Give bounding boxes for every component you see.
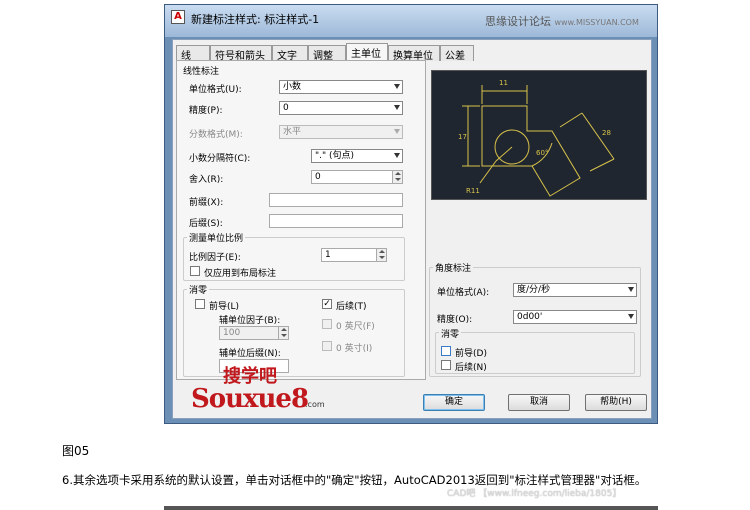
dialog-client-area: 线 符号和箭头 文字 调整 主单位 换算单位 公差 线性标注 单位格式(U): …: [172, 39, 652, 419]
chevron-down-icon: [628, 314, 634, 319]
scale-factor-label: 比例因子(E):: [189, 253, 241, 263]
angular-trailing-label: 后续(N): [455, 363, 487, 373]
preview-dim-left: 17: [458, 133, 467, 141]
scale-factor-value: 1: [325, 250, 331, 260]
precision-value: 0: [283, 103, 289, 113]
dimension-style-dialog: A 新建标注样式: 标注样式-1 思缘设计论坛 www.MISSYUAN.COM…: [164, 4, 658, 424]
suffix-label: 后缀(S):: [189, 219, 223, 229]
sub-unit-factor-value: 100: [223, 328, 241, 338]
dimension-preview: 11 17 28 60° R11: [431, 70, 647, 200]
precision-select[interactable]: 0: [279, 101, 403, 115]
trailing-zero-checkbox[interactable]: ✓: [322, 299, 332, 309]
precision-label: 精度(P):: [189, 106, 223, 116]
linear-dimensions-panel: 线性标注 单位格式(U): 小数 精度(P): 0 分数格式(M): 水平 小数…: [176, 60, 426, 380]
zero-inches-label: 0 英寸(I): [336, 344, 373, 354]
forum-watermark: 思缘设计论坛 www.MISSYUAN.COM: [485, 13, 639, 29]
chevron-down-icon: [394, 105, 400, 110]
next-image-edge: [164, 506, 658, 510]
tab-alternate-units[interactable]: 换算单位: [388, 45, 440, 62]
layout-only-checkbox[interactable]: [190, 266, 200, 276]
fraction-format-value: 水平: [283, 127, 302, 137]
fraction-format-select[interactable]: 水平: [279, 125, 403, 139]
unit-format-label: 单位格式(U):: [189, 85, 242, 95]
ok-button[interactable]: 确定: [423, 394, 485, 411]
round-off-input[interactable]: 0: [311, 170, 403, 184]
chevron-down-icon: [394, 129, 400, 134]
round-off-value: 0: [315, 172, 321, 182]
zero-feet-checkbox[interactable]: [322, 319, 332, 329]
forum-watermark-text: 思缘设计论坛: [485, 15, 551, 28]
angular-precision-label: 精度(O):: [437, 315, 473, 325]
angular-unit-format-label: 单位格式(A):: [437, 288, 490, 298]
angular-zero-title: 消零: [439, 327, 462, 340]
linear-group-title: 线性标注: [183, 67, 220, 77]
decimal-separator-label: 小数分隔符(C):: [189, 154, 251, 164]
round-off-label: 舍入(R):: [189, 175, 224, 185]
preview-drawing: 11 17 28 60° R11: [458, 79, 615, 197]
prefix-label: 前缀(X):: [189, 198, 224, 208]
sub-unit-factor-input[interactable]: 100: [219, 326, 289, 340]
angular-group-title: 角度标注: [433, 261, 474, 274]
zero-feet-label: 0 英尺(F): [336, 322, 375, 332]
spinner-icon[interactable]: [376, 249, 386, 261]
angular-leading-checkbox[interactable]: [441, 346, 451, 356]
zero-inches-checkbox[interactable]: [322, 341, 332, 351]
angular-leading-label: 前导(D): [455, 349, 487, 359]
cancel-button[interactable]: 取消: [508, 394, 570, 411]
suffix-input[interactable]: [269, 214, 403, 228]
sub-unit-suffix-label: 辅单位后缀(N):: [219, 349, 281, 359]
preview-dim-radius: R11: [466, 187, 480, 195]
tab-tolerances[interactable]: 公差: [440, 45, 474, 62]
scale-factor-input[interactable]: 1: [321, 248, 387, 262]
chevron-down-icon: [628, 287, 634, 292]
unit-format-value: 小数: [283, 82, 302, 92]
leading-zero-checkbox[interactable]: [195, 299, 205, 309]
leading-zero-label: 前导(L): [209, 302, 240, 312]
site-watermark: CAD吧 【www.lfneeg.com/lieba/1805】: [447, 489, 622, 499]
angular-unit-format-select[interactable]: 度/分/秒: [513, 283, 637, 297]
tab-symbols-arrows[interactable]: 符号和箭头: [210, 45, 272, 62]
spinner-icon[interactable]: [392, 171, 402, 183]
sub-unit-factor-label: 辅单位因子(B):: [219, 316, 281, 326]
figure-caption: 图05: [62, 444, 90, 458]
zero-suppression-title: 消零: [187, 283, 210, 296]
trailing-zero-label: 后续(T): [336, 302, 367, 312]
chevron-down-icon: [394, 153, 400, 158]
preview-dim-angle: 60°: [536, 149, 548, 157]
help-button[interactable]: 帮助(H): [585, 394, 647, 411]
spinner-icon[interactable]: [278, 327, 288, 339]
fraction-format-label: 分数格式(M):: [189, 130, 243, 140]
layout-only-label: 仅应用到布局标注: [204, 269, 277, 279]
tab-fit[interactable]: 调整: [308, 45, 346, 62]
dialog-titlebar[interactable]: A 新建标注样式: 标注样式-1 思缘设计论坛 www.MISSYUAN.COM: [165, 5, 657, 37]
unit-format-select[interactable]: 小数: [279, 80, 403, 94]
dialog-title: 新建标注样式: 标注样式-1: [191, 13, 320, 26]
autocad-app-icon: A: [171, 10, 185, 24]
souxue8-logo: 搜学吧 Souxue8 .com: [187, 362, 327, 418]
angular-unit-format-value: 度/分/秒: [517, 285, 551, 295]
tab-lines[interactable]: 线: [176, 45, 210, 62]
angular-precision-select[interactable]: 0d00': [513, 310, 637, 324]
preview-dim-right: 28: [602, 129, 611, 137]
tab-text[interactable]: 文字: [272, 45, 308, 62]
preview-dim-top: 11: [499, 79, 508, 87]
angular-precision-value: 0d00': [517, 312, 543, 322]
decimal-separator-select[interactable]: "." (句点): [311, 149, 403, 163]
decimal-separator-value: "." (句点): [315, 151, 355, 161]
scale-group-title: 测量单位比例: [187, 231, 246, 244]
angular-trailing-checkbox[interactable]: [441, 360, 451, 370]
forum-watermark-url: www.MISSYUAN.COM: [554, 18, 639, 27]
logo-english: Souxue8: [191, 384, 309, 414]
chevron-down-icon: [394, 84, 400, 89]
prefix-input[interactable]: [269, 193, 403, 207]
logo-domain: .com: [305, 400, 325, 409]
